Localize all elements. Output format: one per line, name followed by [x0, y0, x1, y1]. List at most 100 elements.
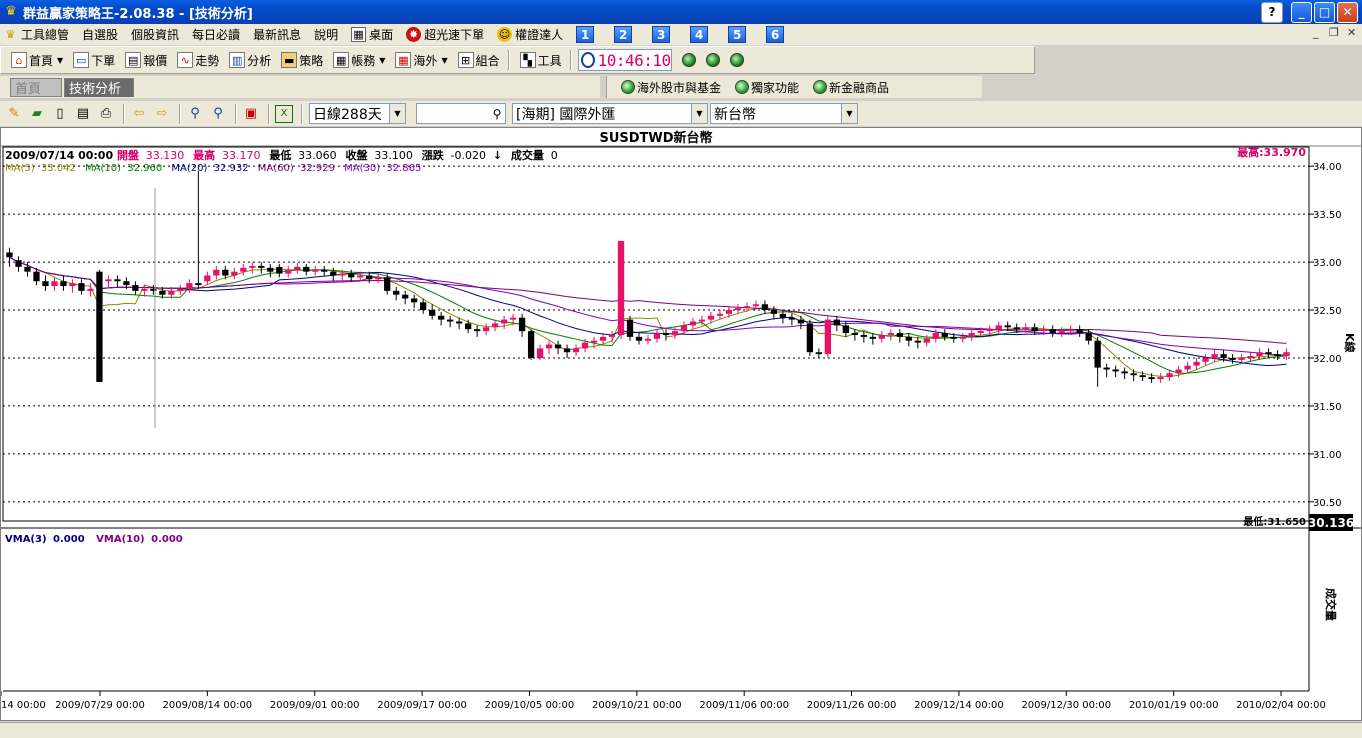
- menu-tools-manager[interactable]: ♛ 工具總管: [3, 26, 69, 43]
- layout-button-3[interactable]: 3: [652, 26, 671, 43]
- candle[interactable]: [626, 315, 634, 341]
- candle[interactable]: [896, 329, 903, 343]
- candle[interactable]: [1130, 369, 1137, 381]
- candle[interactable]: [375, 273, 382, 284]
- candle[interactable]: [1193, 357, 1200, 370]
- candle[interactable]: [491, 319, 499, 332]
- candle[interactable]: [905, 333, 912, 347]
- candle[interactable]: [429, 304, 436, 320]
- candle[interactable]: [959, 333, 966, 343]
- candle[interactable]: [1085, 329, 1092, 345]
- candle[interactable]: [1256, 348, 1263, 360]
- tools-button[interactable]: ▚ 工具: [519, 52, 562, 69]
- candle[interactable]: [500, 315, 508, 330]
- candle[interactable]: [941, 329, 948, 341]
- home-button[interactable]: ⌂ 首頁 ▼: [11, 52, 63, 69]
- symbol-search-input[interactable]: ⚲: [416, 103, 506, 124]
- portfolio-button[interactable]: ⊞ 組合: [457, 52, 500, 69]
- properties-icon[interactable]: ▤: [74, 105, 92, 123]
- menu-news[interactable]: 最新訊息: [253, 26, 301, 43]
- tab-technical-analysis[interactable]: 技術分析: [64, 77, 134, 97]
- link-exclusive-features[interactable]: 獨家功能: [735, 79, 799, 96]
- candle[interactable]: [51, 277, 58, 291]
- candle[interactable]: [878, 331, 885, 343]
- candle[interactable]: [186, 279, 193, 293]
- candle[interactable]: [195, 170, 202, 289]
- candle[interactable]: [1031, 323, 1038, 335]
- candle[interactable]: [249, 262, 256, 274]
- maximize-button[interactable]: □: [1314, 1, 1335, 23]
- excel-icon[interactable]: X: [275, 104, 293, 123]
- candle[interactable]: [114, 275, 121, 288]
- print-icon[interactable]: ⎙: [97, 105, 115, 123]
- pencil-icon[interactable]: ✎: [5, 105, 23, 123]
- layout-button-6[interactable]: 6: [766, 26, 785, 43]
- candle[interactable]: [689, 317, 697, 330]
- help-button[interactable]: ?: [1261, 1, 1283, 23]
- chart-panel[interactable]: SUSDTWD新台幣 2009/07/14 00:00 開盤 33.130 最高…: [0, 127, 1362, 721]
- account-button[interactable]: ▦ 帳務 ▼: [333, 52, 385, 69]
- candle[interactable]: [518, 313, 526, 337]
- candle[interactable]: [545, 340, 553, 355]
- candle[interactable]: [860, 331, 867, 343]
- candle[interactable]: [87, 283, 94, 297]
- market-select[interactable]: [海期] 國際外匯 ▼: [512, 103, 708, 124]
- mdi-restore-button[interactable]: ❐: [1329, 26, 1339, 39]
- candle[interactable]: [96, 269, 103, 382]
- candle[interactable]: [887, 329, 894, 341]
- candle[interactable]: [1112, 365, 1119, 378]
- candle[interactable]: [294, 263, 301, 274]
- candle[interactable]: [411, 294, 418, 309]
- candle[interactable]: [402, 290, 409, 305]
- currency-select[interactable]: 新台幣 ▼: [710, 103, 858, 124]
- candle[interactable]: [1211, 348, 1218, 362]
- candle[interactable]: [617, 240, 625, 339]
- candle[interactable]: [231, 267, 238, 280]
- export-icon[interactable]: ▣: [242, 105, 260, 123]
- layout-button-2[interactable]: 2: [614, 26, 633, 43]
- candle[interactable]: [788, 313, 796, 326]
- candle[interactable]: [1049, 325, 1056, 337]
- candle[interactable]: [662, 329, 670, 341]
- candle[interactable]: [15, 256, 22, 272]
- candle[interactable]: [833, 315, 841, 332]
- trend-button[interactable]: ∿ 走勢: [177, 52, 219, 69]
- candle[interactable]: [464, 319, 472, 334]
- candle[interactable]: [177, 285, 184, 295]
- new-page-icon[interactable]: ▯: [51, 105, 69, 123]
- candle[interactable]: [240, 263, 247, 276]
- candle[interactable]: [42, 275, 49, 291]
- candle[interactable]: [851, 329, 858, 341]
- candle[interactable]: [563, 344, 571, 358]
- candle[interactable]: [312, 265, 319, 276]
- quote-button[interactable]: ▤ 報價: [125, 52, 167, 69]
- candle[interactable]: [6, 247, 13, 267]
- candle[interactable]: [1058, 327, 1065, 337]
- green-ball-icon[interactable]: [681, 53, 696, 67]
- candle[interactable]: [473, 325, 481, 337]
- layout-button-4[interactable]: 4: [690, 26, 709, 43]
- candle[interactable]: [1202, 354, 1209, 366]
- candle[interactable]: [527, 329, 535, 360]
- layout-button-1[interactable]: 1: [576, 26, 595, 43]
- search-icon[interactable]: ⚲: [489, 104, 505, 123]
- arrow-right-icon[interactable]: ⇨: [153, 105, 171, 123]
- candle[interactable]: [1094, 336, 1101, 387]
- minimize-button[interactable]: _: [1291, 1, 1312, 23]
- tab-home[interactable]: 首頁: [10, 77, 62, 97]
- menu-daily-read[interactable]: 每日必讀: [192, 26, 240, 43]
- period-select[interactable]: 日線288天 ▼: [309, 103, 406, 124]
- candle[interactable]: [276, 263, 283, 278]
- overseas-button[interactable]: ▦ 海外 ▼: [395, 52, 448, 69]
- candle[interactable]: [824, 315, 832, 358]
- candle[interactable]: [132, 281, 139, 295]
- mdi-close-button[interactable]: ✕: [1347, 26, 1356, 39]
- analysis-button[interactable]: ▥ 分析: [229, 52, 271, 69]
- candle[interactable]: [914, 336, 921, 349]
- candle[interactable]: [554, 340, 562, 355]
- candle[interactable]: [141, 285, 148, 297]
- link-new-financial-products[interactable]: 新金融商品: [813, 79, 889, 96]
- zoom-in-icon[interactable]: ⚲: [186, 105, 204, 123]
- candle[interactable]: [1121, 367, 1128, 380]
- candle[interactable]: [806, 319, 814, 357]
